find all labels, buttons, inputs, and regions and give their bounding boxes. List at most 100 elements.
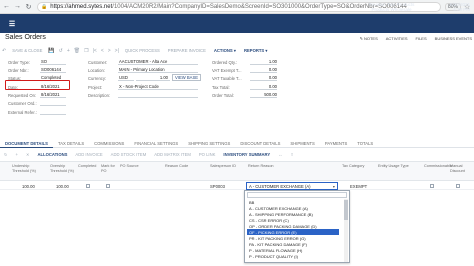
tab-financial-settings[interactable]: FINANCIAL SETTINGS: [129, 140, 183, 148]
reload-icon[interactable]: ↻: [24, 2, 33, 11]
last-icon[interactable]: >|: [115, 48, 119, 54]
actions-menu[interactable]: ACTIONS ▾: [210, 48, 240, 53]
tab-bar: DOCUMENT DETAILS TAX DETAILS COMMISSIONS…: [0, 140, 474, 148]
tab-payments[interactable]: PAYMENTS: [320, 140, 352, 148]
forward-icon[interactable]: →: [13, 2, 22, 11]
mark-for-po-checkbox[interactable]: [106, 184, 110, 188]
col-undership[interactable]: Undership Threshold (%): [12, 164, 36, 173]
currency-rate-field[interactable]: 1.00: [136, 75, 170, 81]
save-icon[interactable]: 💾: [48, 48, 54, 54]
col-entity-usage-type[interactable]: Entity Usage Type: [378, 164, 418, 169]
back-icon[interactable]: ←: [2, 2, 11, 11]
po-link-button[interactable]: PO LINK: [195, 152, 220, 157]
tab-document-details[interactable]: DOCUMENT DETAILS: [0, 140, 53, 148]
order-nbr-field[interactable]: SO006144: [40, 67, 66, 73]
col-overship[interactable]: Overship Threshold (%): [50, 164, 74, 173]
add-icon[interactable]: +: [67, 48, 70, 54]
top-actions: ✎ NOTES ACTIVITIES FILES BUSINESS EVENTS: [360, 36, 472, 41]
order-total-field: 500.00: [250, 92, 277, 98]
branch-selector[interactable]: Revision Two Products Products Wholesale: [364, 2, 419, 17]
ordered-qty-label: Ordered Qty.:: [212, 59, 238, 65]
external-ref-label: External Refer.:: [8, 109, 37, 115]
save-close-button[interactable]: SAVE & CLOSE: [8, 48, 46, 53]
col-completed[interactable]: Completed: [78, 164, 100, 169]
dropdown-search-input[interactable]: [247, 192, 347, 198]
col-salesperson[interactable]: Salesperson ID: [210, 164, 240, 169]
cell-tax-category[interactable]: EXEMPT: [350, 184, 367, 189]
customer-order-field[interactable]: [40, 100, 66, 106]
notes-button[interactable]: ✎ NOTES: [360, 36, 378, 41]
files-button[interactable]: FILES: [416, 36, 427, 41]
completed-checkbox[interactable]: [86, 184, 90, 188]
undo-icon[interactable]: ↶: [2, 48, 6, 54]
table-row[interactable]: 100.00 100.00 SP0003 EXEMPT: [0, 182, 474, 190]
col-return-reason[interactable]: Return Reason: [248, 164, 288, 169]
col-tax-category[interactable]: Tax Category: [342, 164, 372, 169]
col-mark-for-po[interactable]: Mark for PO: [101, 164, 117, 173]
col-commissionable[interactable]: Commissionable: [424, 164, 452, 169]
chevron-down-icon[interactable]: ▾: [333, 184, 335, 189]
location-field[interactable]: MAIN - Primary Location: [118, 67, 198, 73]
tab-commissions[interactable]: COMMISSIONS: [89, 140, 129, 148]
lock-icon: 🔒: [41, 3, 48, 10]
add-row-icon[interactable]: +: [12, 152, 22, 157]
tab-shipping-settings[interactable]: SHIPPING SETTINGS: [183, 140, 235, 148]
manual-discount-checkbox[interactable]: [456, 184, 460, 188]
view-base-button[interactable]: VIEW BASE: [172, 74, 202, 81]
dropdown-option[interactable]: P - PRODUCT QUALITY (I): [247, 253, 339, 259]
activities-button[interactable]: ACTIVITIES: [386, 36, 408, 41]
first-icon[interactable]: |<: [93, 48, 97, 54]
inventory-summary-button[interactable]: INVENTORY SUMMARY: [219, 152, 274, 157]
add-invoice-button[interactable]: ADD INVOICE: [71, 152, 106, 157]
copy-icon[interactable]: ❐: [84, 48, 88, 54]
quick-process-button[interactable]: QUICK PROCESS: [121, 48, 164, 53]
cancel-icon[interactable]: ↺: [59, 48, 63, 54]
prev-icon[interactable]: <: [101, 48, 104, 54]
cell-overship[interactable]: 100.00: [56, 184, 69, 189]
customer-field[interactable]: AACUSTOMER - Alta Ace: [118, 59, 198, 65]
cell-salesperson[interactable]: SP0003: [210, 184, 225, 189]
business-events-button[interactable]: BUSINESS EVENTS: [435, 36, 472, 41]
add-stock-item-button[interactable]: ADD STOCK ITEM: [107, 152, 151, 157]
prepare-invoice-button[interactable]: PREPARE INVOICE: [164, 48, 210, 53]
allocations-button[interactable]: ALLOCATIONS: [33, 152, 71, 157]
fit-columns-icon[interactable]: ↔: [274, 152, 286, 157]
tab-shipments[interactable]: SHIPMENTS: [285, 140, 319, 148]
next-icon[interactable]: >: [108, 48, 111, 54]
project-field[interactable]: X - Non-Project Code: [118, 84, 198, 90]
vat-taxable-label: VAT Taxable T...: [212, 75, 242, 81]
cell-undership[interactable]: 100.00: [22, 184, 35, 189]
business-date[interactable]: 8/20/2021 4:28 PM: [420, 2, 472, 17]
tab-discount-details[interactable]: DISCOUNT DETAILS: [235, 140, 285, 148]
col-reason-code[interactable]: Reason Code: [165, 164, 195, 169]
url-host: https://ahmed.sytes.net: [50, 3, 113, 10]
requested-on-field[interactable]: 8/16/2021: [40, 92, 66, 98]
customer-order-label: Customer Ord.:: [8, 100, 37, 106]
col-manual-discount[interactable]: Manual Discount: [450, 164, 472, 173]
branch-subname: Products Wholesale: [371, 7, 412, 12]
description-field[interactable]: [118, 92, 198, 98]
url-path: /1004/ACM20R2/Main?CompanyID=SalesDemo&S…: [112, 3, 407, 10]
export-icon[interactable]: ⇪: [286, 152, 298, 157]
tax-total-field: 0.00: [250, 84, 277, 90]
tab-tax-details[interactable]: TAX DETAILS: [53, 140, 89, 148]
refresh-icon[interactable]: ↻: [0, 152, 12, 157]
order-type-field[interactable]: SO: [40, 59, 66, 65]
commissionable-checkbox[interactable]: [430, 184, 434, 188]
delete-icon[interactable]: 🗑: [74, 48, 80, 54]
tab-totals[interactable]: TOTALS: [352, 140, 378, 148]
business-time-value: 4:28 PM: [453, 7, 470, 12]
add-matrix-item-button[interactable]: ADD MATRIX ITEM: [150, 152, 195, 157]
project-label: Project:: [88, 84, 103, 90]
tax-total-label: Tax Total:: [212, 84, 230, 90]
main-toolbar: ↶ SAVE & CLOSE 💾 ↺ + 🗑 ❐ |< < > >| QUICK…: [0, 46, 474, 55]
return-reason-select[interactable]: A - CUSTOMER EXCHANGE (A) ▾: [246, 182, 338, 190]
dropdown-scroll-thumb[interactable]: [344, 200, 348, 220]
external-ref-field[interactable]: [40, 109, 66, 115]
reports-menu[interactable]: REPORTS ▾: [240, 48, 272, 53]
location-label: Location:: [88, 67, 105, 73]
currency-field[interactable]: USD: [118, 75, 134, 81]
col-po-source[interactable]: PO Source: [120, 164, 144, 169]
menu-icon[interactable]: ☰: [0, 14, 24, 33]
delete-row-icon[interactable]: ✕: [22, 152, 34, 157]
